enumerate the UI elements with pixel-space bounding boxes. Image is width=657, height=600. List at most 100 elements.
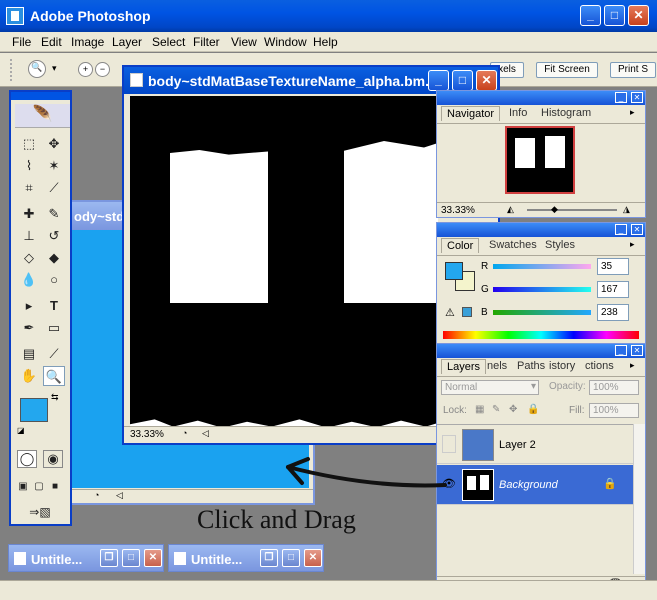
- tab-history[interactable]: istory: [549, 360, 575, 372]
- layers-scrollbar[interactable]: [633, 424, 645, 574]
- lasso-tool-icon[interactable]: ⌇: [18, 156, 40, 176]
- screen-mode-full-icon[interactable]: ■: [47, 477, 63, 497]
- visibility-toggle[interactable]: [442, 435, 456, 453]
- panel-menu-icon[interactable]: ▸: [630, 107, 635, 118]
- screen-mode-standard-icon[interactable]: ▣: [15, 477, 31, 497]
- minimize-button[interactable]: _: [580, 5, 601, 26]
- tab-actions[interactable]: ctions: [585, 360, 614, 372]
- blur-tool-icon[interactable]: 💧: [18, 270, 40, 290]
- shape-tool-icon[interactable]: ▭: [43, 318, 65, 338]
- panel-close-button[interactable]: ✕: [631, 224, 643, 235]
- lock-all-icon[interactable]: 🔒: [527, 404, 539, 415]
- panel-menu-icon[interactable]: ▸: [630, 360, 635, 371]
- tool-preset-dropdown-icon[interactable]: ▾: [52, 63, 57, 74]
- panel-minimize-button[interactable]: _: [615, 224, 627, 235]
- marquee-tool-icon[interactable]: ⬚: [18, 134, 40, 154]
- menu-window[interactable]: Window: [264, 35, 307, 49]
- type-tool-icon[interactable]: T: [43, 296, 65, 316]
- lock-image-icon[interactable]: ✎: [492, 404, 500, 415]
- r-value[interactable]: 35: [597, 258, 629, 275]
- foreground-color-swatch[interactable]: [20, 398, 48, 422]
- screen-mode-full-menu-icon[interactable]: ▢: [31, 477, 47, 497]
- layer-name[interactable]: Layer 2: [499, 439, 536, 451]
- menu-help[interactable]: Help: [313, 35, 338, 49]
- maximize-button[interactable]: □: [122, 549, 140, 567]
- close-button[interactable]: ✕: [304, 549, 322, 567]
- menu-image[interactable]: Image: [71, 35, 104, 49]
- zoom-tool-icon[interactable]: 🔍: [43, 366, 65, 386]
- brush-tool-icon[interactable]: ✎: [43, 204, 65, 224]
- navigator-zoom-slider[interactable]: [527, 209, 617, 211]
- restore-button[interactable]: ❐: [260, 549, 278, 567]
- slice-tool-icon[interactable]: ⟋: [43, 178, 65, 198]
- tab-paths[interactable]: Paths: [517, 360, 545, 372]
- opacity-input[interactable]: 100%: [589, 380, 639, 395]
- tab-color[interactable]: Color: [441, 238, 480, 253]
- healing-brush-tool-icon[interactable]: ✚: [18, 204, 40, 224]
- document-zoom[interactable]: 33.33%: [130, 429, 164, 440]
- notes-tool-icon[interactable]: ▤: [18, 344, 40, 364]
- panel-close-button[interactable]: ✕: [631, 92, 643, 103]
- menu-select[interactable]: Select: [152, 35, 185, 49]
- status-menu-icon[interactable]: ◔: [182, 428, 187, 438]
- gamut-color-swatch[interactable]: [462, 307, 472, 317]
- close-button[interactable]: ✕: [144, 549, 162, 567]
- standard-mode-icon[interactable]: ◯: [17, 450, 37, 468]
- r-slider[interactable]: [493, 264, 591, 269]
- path-selection-tool-icon[interactable]: ▸: [18, 296, 40, 316]
- print-size-button[interactable]: Print S: [610, 62, 656, 78]
- lock-transparency-icon[interactable]: ▦: [475, 404, 484, 415]
- panel-menu-icon[interactable]: ▸: [630, 239, 635, 250]
- zoom-out-icon[interactable]: −: [95, 62, 110, 77]
- menu-file[interactable]: File: [12, 35, 31, 49]
- fill-input[interactable]: 100%: [589, 403, 639, 418]
- menu-filter[interactable]: Filter: [193, 35, 220, 49]
- zoom-out-small-icon[interactable]: ◭: [507, 204, 514, 215]
- navigator-zoom[interactable]: 33.33%: [441, 205, 475, 216]
- maximize-button[interactable]: □: [282, 549, 300, 567]
- maximize-button[interactable]: □: [604, 5, 625, 26]
- layer-row-background[interactable]: 👁 Background 🔒: [437, 465, 645, 505]
- color-panel-title-bar[interactable]: _ ✕: [437, 223, 645, 237]
- zoom-tool-icon[interactable]: 🔍: [28, 60, 46, 78]
- panel-close-button[interactable]: ✕: [631, 345, 643, 356]
- tab-styles[interactable]: Styles: [545, 239, 575, 251]
- menu-view[interactable]: View: [231, 35, 257, 49]
- lock-position-icon[interactable]: ✥: [509, 404, 517, 415]
- tab-navigator[interactable]: Navigator: [441, 106, 501, 121]
- layer-name[interactable]: Background: [499, 479, 558, 491]
- zoom-in-icon[interactable]: +: [78, 62, 93, 77]
- layers-panel-title-bar[interactable]: _ ✕: [437, 344, 645, 358]
- tab-channels[interactable]: nels: [487, 360, 507, 372]
- zoom-slider-handle-icon[interactable]: ◆: [551, 204, 558, 215]
- dodge-tool-icon[interactable]: ○: [43, 270, 65, 290]
- g-value[interactable]: 167: [597, 281, 629, 298]
- swap-colors-icon[interactable]: ⇆: [51, 392, 59, 403]
- feather-logo[interactable]: 🪶: [15, 104, 70, 128]
- jump-to-imageready-icon[interactable]: ⇒▧: [17, 502, 63, 522]
- document-canvas[interactable]: [130, 96, 438, 429]
- doc-maximize-button[interactable]: □: [452, 70, 473, 91]
- scroll-left-icon[interactable]: ◁: [202, 428, 209, 439]
- default-colors-icon[interactable]: ◪: [17, 426, 25, 435]
- layer-row-layer-2[interactable]: Layer 2: [437, 424, 645, 464]
- minimized-window-2[interactable]: Untitle... ❐ □ ✕: [168, 544, 324, 572]
- g-slider[interactable]: [493, 287, 591, 292]
- menu-layer[interactable]: Layer: [112, 35, 142, 49]
- clone-stamp-tool-icon[interactable]: ⊥: [18, 226, 40, 246]
- quick-mask-mode-icon[interactable]: ◉: [43, 450, 63, 468]
- zoom-in-small-icon[interactable]: ◮: [623, 204, 630, 215]
- magic-wand-tool-icon[interactable]: ✶: [43, 156, 65, 176]
- grip-handle[interactable]: [10, 59, 14, 81]
- navigator-thumbnail[interactable]: [505, 126, 575, 194]
- pen-tool-icon[interactable]: ✒: [18, 318, 40, 338]
- b-value[interactable]: 238: [597, 304, 629, 321]
- scroll-left-icon[interactable]: ◁: [116, 490, 123, 501]
- tab-histogram[interactable]: Histogram: [541, 107, 591, 119]
- minimized-window-1[interactable]: Untitle... ❐ □ ✕: [8, 544, 164, 572]
- close-button[interactable]: ✕: [628, 5, 649, 26]
- crop-tool-icon[interactable]: ⌗: [18, 178, 40, 198]
- out-of-gamut-warning-icon[interactable]: ⚠: [445, 306, 455, 319]
- toolbox-title-bar[interactable]: [11, 92, 70, 100]
- tab-layers[interactable]: Layers: [441, 359, 487, 374]
